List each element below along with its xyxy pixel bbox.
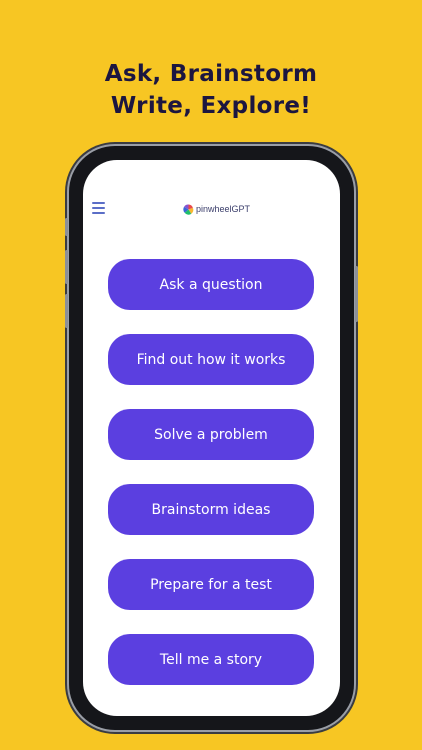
pinwheel-logo-icon <box>183 204 194 215</box>
phone-frame: pinwheelGPT Ask a question Find out how … <box>65 146 358 730</box>
phone-power-button <box>355 266 358 322</box>
action-list: Ask a question Find out how it works Sol… <box>108 259 314 709</box>
app-logo: pinwheelGPT <box>183 201 250 217</box>
ask-question-button[interactable]: Ask a question <box>108 259 314 310</box>
headline-line-2: Write, Explore! <box>110 93 312 119</box>
phone-screen: pinwheelGPT Ask a question Find out how … <box>83 160 340 716</box>
brainstorm-ideas-button[interactable]: Brainstorm ideas <box>108 484 314 535</box>
headline-line-1: Ask, Brainstorm <box>104 61 318 87</box>
app-logo-text: pinwheelGPT <box>196 204 251 214</box>
phone-mute-switch <box>65 218 68 236</box>
hamburger-menu-icon[interactable] <box>92 202 105 214</box>
app-header: pinwheelGPT <box>83 198 340 220</box>
how-it-works-button[interactable]: Find out how it works <box>108 334 314 385</box>
headline: Ask, Brainstorm Write, Explore! <box>0 58 422 122</box>
solve-problem-button[interactable]: Solve a problem <box>108 409 314 460</box>
phone-volume-down-button <box>65 294 68 328</box>
prepare-test-button[interactable]: Prepare for a test <box>108 559 314 610</box>
tell-story-button[interactable]: Tell me a story <box>108 634 314 685</box>
phone-volume-up-button <box>65 250 68 284</box>
